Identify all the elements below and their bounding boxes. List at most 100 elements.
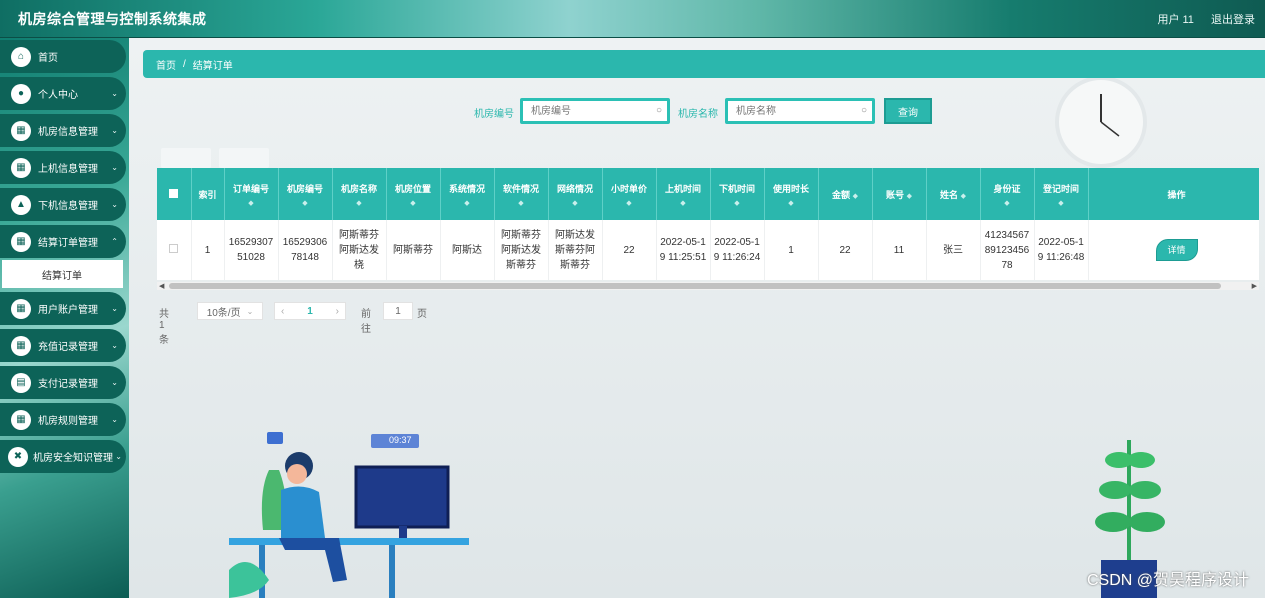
detail-button[interactable]: 详情 xyxy=(1155,239,1198,261)
column-header[interactable]: 机房位置 ◆ xyxy=(386,168,441,220)
cell-end-time: 2022-05-19 11:26:24 xyxy=(710,220,765,280)
sort-icon[interactable]: ◆ xyxy=(981,199,1034,207)
sidebar-item-room-rules[interactable]: ▦ 机房规则管理 ⌄ xyxy=(0,403,126,436)
logout-link[interactable]: 退出登录 xyxy=(1211,14,1255,26)
cell-account: 11 xyxy=(872,220,927,280)
user-icon: ● xyxy=(11,83,31,104)
table-horizontal-scrollbar[interactable]: ◀ ▶ xyxy=(157,282,1259,290)
column-header[interactable]: 机房名称 ◆ xyxy=(332,168,387,220)
sidebar-item-label: 上机信息管理 xyxy=(38,164,98,175)
column-header-label: 姓名 xyxy=(940,189,959,200)
scroll-right-icon[interactable]: ▶ xyxy=(1252,282,1257,290)
page-size-select[interactable]: 10条/页 ⌄ xyxy=(197,302,263,320)
top-header: 机房综合管理与控制系统集成 用户 11 退出登录 xyxy=(0,0,1265,38)
sidebar-item-safety-knowledge[interactable]: ✖ 机房安全知识管理 ⌄ xyxy=(0,440,126,473)
cell-duration: 1 xyxy=(764,220,819,280)
row-checkbox[interactable] xyxy=(169,243,179,253)
column-header[interactable]: 使用时长 ◆ xyxy=(764,168,819,220)
sort-icon[interactable]: ◆ xyxy=(711,199,764,207)
column-header[interactable]: 登记时间 ◆ xyxy=(1034,168,1089,220)
sort-icon[interactable]: ◆ xyxy=(1035,199,1088,207)
sidebar-item-label: 机房安全知识管理 xyxy=(33,453,113,464)
column-header: 索引 xyxy=(191,168,225,220)
header-actions: 用户 11 退出登录 xyxy=(1143,11,1255,27)
goto-page-input[interactable]: 1 xyxy=(383,302,413,320)
sidebar-item-logoff-info[interactable]: ▲ 下机信息管理 ⌄ xyxy=(0,188,126,221)
sidebar-item-recharge[interactable]: ▦ 充值记录管理 ⌄ xyxy=(0,329,126,362)
select-all-checkbox[interactable] xyxy=(169,188,179,198)
sidebar-item-room-info[interactable]: ▦ 机房信息管理 ⌄ xyxy=(0,114,126,147)
column-header[interactable]: 账号 ◆ xyxy=(872,168,927,220)
scroll-thumb[interactable] xyxy=(169,283,1221,289)
select-all-header xyxy=(157,168,192,220)
sidebar-item-home[interactable]: ⌂ 首页 xyxy=(0,40,126,73)
main-content: 首页 / 结算订单 机房编号 ○ 机房名称 ○ 查询 xyxy=(129,38,1265,598)
sidebar-item-payment[interactable]: ▤ 支付记录管理 ⌄ xyxy=(0,366,126,399)
toolbar-button-placeholder[interactable] xyxy=(161,148,211,168)
column-header[interactable]: 上机时间 ◆ xyxy=(656,168,711,220)
column-header[interactable]: 身份证 ◆ xyxy=(980,168,1035,220)
column-header-label: 订单编号 xyxy=(232,183,269,194)
total-count: 共 1 条 xyxy=(159,309,169,346)
sort-icon[interactable]: ◆ xyxy=(549,199,602,207)
room-name-input[interactable] xyxy=(736,101,856,121)
sort-icon[interactable]: ◆ xyxy=(441,199,494,207)
cell-system-status: 阿斯达 xyxy=(440,220,495,280)
sort-icon[interactable]: ◆ xyxy=(333,199,386,207)
sort-icon[interactable]: ◆ xyxy=(657,199,710,207)
cell-id-card: 412345678912345678 xyxy=(980,220,1035,280)
next-page-icon[interactable]: › xyxy=(336,306,339,317)
column-header-label: 系统情况 xyxy=(448,183,485,194)
sidebar-item-label: 用户账户管理 xyxy=(38,305,98,316)
column-header[interactable]: 软件情况 ◆ xyxy=(494,168,549,220)
column-header[interactable]: 姓名 ◆ xyxy=(926,168,981,220)
sort-icon[interactable]: ◆ xyxy=(225,199,278,207)
search-icon: ○ xyxy=(860,105,867,116)
sidebar-item-label: 机房规则管理 xyxy=(38,416,98,427)
chevron-up-icon: ⌃ xyxy=(111,237,118,246)
chevron-down-icon: ⌄ xyxy=(115,452,122,461)
column-header[interactable]: 网络情况 ◆ xyxy=(548,168,603,220)
sort-icon[interactable]: ◆ xyxy=(279,199,332,207)
column-header[interactable]: 金额 ◆ xyxy=(818,168,873,220)
cell-network-status: 阿斯达发斯蒂芬阿斯蒂芬 xyxy=(548,220,603,280)
column-header[interactable]: 订单编号 ◆ xyxy=(224,168,279,220)
goto-label: 前往 xyxy=(361,309,371,335)
page-size-value: 10条/页 xyxy=(206,307,241,319)
cell-name: 张三 xyxy=(926,220,981,280)
sort-icon[interactable]: ◆ xyxy=(765,199,818,207)
column-header[interactable]: 下机时间 ◆ xyxy=(710,168,765,220)
column-header-label: 账号 xyxy=(886,189,905,200)
cell-start-time: 2022-05-19 11:25:51 xyxy=(656,220,711,280)
prev-page-icon[interactable]: ‹ xyxy=(281,306,284,317)
room-no-input[interactable] xyxy=(531,101,651,121)
current-page[interactable]: 1 xyxy=(307,306,313,317)
time-badge: 09:37 xyxy=(389,435,412,445)
column-header-label: 登记时间 xyxy=(1042,183,1079,194)
grid-icon: ▦ xyxy=(11,231,31,252)
toolbar-button-placeholder[interactable] xyxy=(219,148,269,168)
sidebar-subitem-settlement-order[interactable]: 结算订单 xyxy=(2,260,123,288)
column-header[interactable]: 机房编号 ◆ xyxy=(278,168,333,220)
column-header[interactable]: 小时单价 ◆ xyxy=(602,168,657,220)
column-header: 操作 xyxy=(1088,168,1259,220)
sort-icon[interactable]: ◆ xyxy=(495,199,548,207)
sort-icon[interactable]: ◆ xyxy=(907,193,912,200)
column-header-label: 上机时间 xyxy=(664,183,701,194)
sort-icon[interactable]: ◆ xyxy=(603,199,656,207)
column-header-label: 网络情况 xyxy=(556,183,593,194)
column-header[interactable]: 系统情况 ◆ xyxy=(440,168,495,220)
sidebar-item-logon-info[interactable]: ▦ 上机信息管理 ⌄ xyxy=(0,151,126,184)
scroll-left-icon[interactable]: ◀ xyxy=(159,282,164,290)
sidebar-item-settlement[interactable]: ▦ 结算订单管理 ⌃ xyxy=(0,225,126,258)
breadcrumb-separator: / xyxy=(183,58,186,70)
breadcrumb-home[interactable]: 首页 xyxy=(156,57,176,72)
sort-icon[interactable]: ◆ xyxy=(387,199,440,207)
query-button[interactable]: 查询 xyxy=(884,98,932,124)
sidebar-item-user-account[interactable]: ▦ 用户账户管理 ⌄ xyxy=(0,292,126,325)
cell-room-no: 1652930678148 xyxy=(278,220,333,280)
column-header-label: 下机时间 xyxy=(718,183,755,194)
sort-icon[interactable]: ◆ xyxy=(853,193,858,200)
sidebar-item-personal-center[interactable]: ● 个人中心 ⌄ xyxy=(0,77,126,110)
sort-icon[interactable]: ◆ xyxy=(961,193,966,200)
